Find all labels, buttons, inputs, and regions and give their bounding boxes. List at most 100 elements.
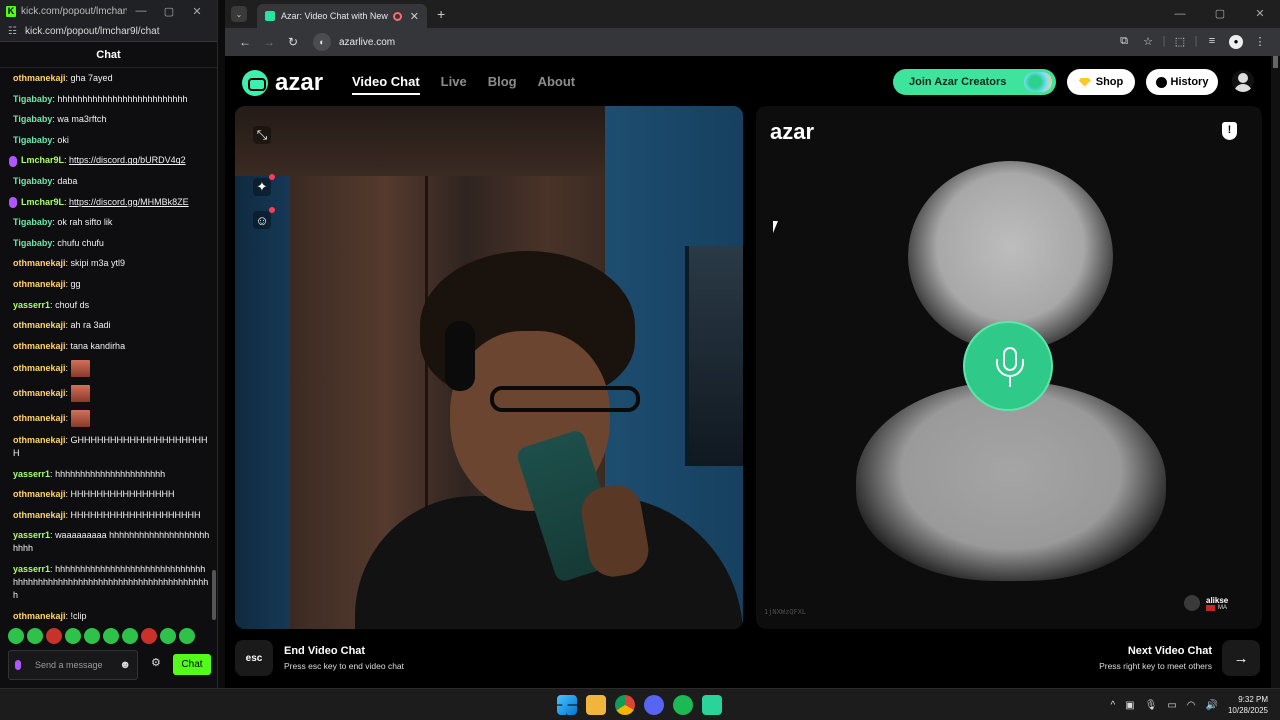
emoji-picker-icon[interactable]: ☻ — [119, 659, 131, 671]
emote-icon[interactable] — [141, 628, 157, 644]
chat-username[interactable]: yasserr1 — [13, 469, 50, 479]
chat-username[interactable]: othmanekaji — [13, 363, 66, 373]
tray-app-icon[interactable]: ▣ — [1125, 700, 1134, 711]
media-controls-icon[interactable]: ≡ — [1200, 35, 1224, 49]
chat-link[interactable]: https://discord.gg/bURDV4q2 — [69, 155, 186, 165]
next-video-chat[interactable]: Next Video Chat Press right key to meet … — [1099, 645, 1212, 671]
volume-icon[interactable]: 🔊 — [1206, 700, 1218, 711]
chat-username[interactable]: Tigababy — [13, 114, 52, 124]
tab-close-icon[interactable]: ✕ — [410, 10, 419, 23]
chat-username[interactable]: othmanekaji — [13, 611, 66, 621]
close-icon[interactable]: ✕ — [1240, 0, 1280, 28]
page-scrollbar[interactable] — [1271, 56, 1280, 688]
report-shield-icon[interactable]: ! — [1222, 122, 1237, 140]
file-explorer-icon[interactable] — [586, 695, 606, 715]
profile-icon[interactable]: ● — [1224, 35, 1248, 49]
chat-username[interactable]: othmanekaji — [13, 489, 66, 499]
chat-username[interactable]: yasserr1 — [13, 300, 50, 310]
peer-info[interactable]: alikse MA — [1184, 595, 1228, 611]
close-icon[interactable]: ✕ — [183, 5, 211, 18]
end-video-chat[interactable]: End Video Chat Press esc key to end vide… — [284, 645, 404, 671]
azar-logo[interactable]: azar — [242, 69, 323, 97]
next-arrow-button[interactable]: → — [1222, 640, 1260, 676]
chat-message: Lmchar9L: https://discord.gg/bURDV4q2 — [9, 154, 210, 167]
join-creators-button[interactable]: Join Azar Creators — [893, 69, 1056, 95]
chat-username[interactable]: othmanekaji — [13, 279, 66, 289]
chat-username[interactable]: othmanekaji — [13, 510, 66, 520]
chat-username[interactable]: Tigababy — [13, 94, 52, 104]
chat-username[interactable]: Tigababy — [13, 217, 52, 227]
history-button[interactable]: History — [1146, 69, 1218, 95]
chat-username[interactable]: othmanekaji — [13, 435, 66, 445]
maximize-icon[interactable]: ▢ — [1200, 0, 1240, 28]
minimize-video-icon[interactable]: ⤡ — [253, 126, 271, 144]
chat-settings-gear-icon[interactable]: ⚙ — [151, 656, 161, 669]
extensions-icon[interactable]: ⬚ — [1168, 35, 1192, 49]
tab-azar[interactable]: Azar: Video Chat with New ✕ — [257, 4, 427, 28]
kick-address-bar[interactable]: ☷ kick.com/popout/lmchar9l/chat — [0, 22, 217, 42]
nav-about[interactable]: About — [538, 74, 576, 95]
face-filter-icon[interactable]: ☺ — [253, 207, 275, 229]
bookmark-star-icon[interactable]: ☆ — [1136, 35, 1160, 49]
chat-link[interactable]: https://discord.gg/MHMBk8ZE — [69, 197, 189, 207]
esc-key-button[interactable]: esc — [235, 640, 273, 676]
emote-icon[interactable] — [84, 628, 100, 644]
wifi-icon[interactable]: ◠ — [1187, 700, 1196, 711]
azar-app-icon[interactable] — [702, 695, 722, 715]
menu-icon[interactable]: ⋮ — [1248, 35, 1272, 49]
user-avatar-icon[interactable] — [1232, 70, 1254, 92]
tab-search-icon[interactable]: ⌄ — [231, 6, 247, 22]
chat-username[interactable]: yasserr1 — [13, 564, 50, 574]
emote-icon[interactable] — [8, 628, 24, 644]
display-icon[interactable]: ▭ — [1167, 700, 1176, 711]
mic-icon[interactable] — [963, 321, 1053, 411]
chat-send-button[interactable]: Chat — [173, 654, 211, 675]
chat-username[interactable]: Lmchar9L — [21, 197, 64, 207]
back-icon[interactable]: ← — [233, 35, 257, 49]
emote-icon[interactable] — [65, 628, 81, 644]
new-tab-icon[interactable]: + — [437, 6, 445, 22]
reload-icon[interactable]: ↻ — [281, 35, 305, 49]
spotify-icon[interactable] — [673, 695, 693, 715]
windows-start-icon[interactable] — [557, 695, 577, 715]
clock[interactable]: 9:32 PM 10/28/2025 — [1228, 694, 1268, 716]
nav-video-chat[interactable]: Video Chat — [352, 74, 420, 95]
forward-icon[interactable]: → — [257, 35, 281, 49]
microphone-icon[interactable]: 🎙 — [1145, 700, 1158, 711]
emote-icon[interactable] — [179, 628, 195, 644]
chat-username[interactable]: Lmchar9L — [21, 155, 64, 165]
chat-username[interactable]: othmanekaji — [13, 388, 66, 398]
address-bar[interactable]: ◐ azarlive.com — [313, 31, 783, 53]
site-info-icon[interactable]: ◐ — [313, 33, 331, 51]
maximize-icon[interactable]: ▢ — [155, 5, 183, 18]
chrome-icon[interactable] — [615, 695, 635, 715]
cast-icon[interactable]: ⧉ — [1112, 35, 1136, 49]
emote-icon[interactable] — [46, 628, 62, 644]
minimize-icon[interactable]: — — [127, 5, 155, 17]
minimize-icon[interactable]: — — [1160, 0, 1200, 28]
nav-live[interactable]: Live — [441, 74, 467, 95]
chat-message-input[interactable]: Send a message ☻ — [8, 650, 138, 680]
chat-username[interactable]: othmanekaji — [13, 73, 66, 83]
chat-username[interactable]: othmanekaji — [13, 258, 66, 268]
chat-username[interactable]: Tigababy — [13, 238, 52, 248]
clock-time: 9:32 PM — [1238, 695, 1268, 704]
chat-username[interactable]: othmanekaji — [13, 412, 66, 422]
chat-text: chufu chufu — [57, 237, 104, 248]
chat-username[interactable]: othmanekaji — [13, 341, 66, 351]
site-settings-icon[interactable]: ☷ — [8, 26, 17, 37]
discord-icon[interactable] — [644, 695, 664, 715]
emote-icon[interactable] — [122, 628, 138, 644]
chat-username[interactable]: Tigababy — [13, 176, 52, 186]
emote-icon[interactable] — [103, 628, 119, 644]
shop-button[interactable]: Shop — [1067, 69, 1135, 95]
tray-chevron-icon[interactable]: ^ — [1110, 700, 1115, 711]
nav-blog[interactable]: Blog — [488, 74, 517, 95]
emote-icon[interactable] — [160, 628, 176, 644]
chat-username[interactable]: othmanekaji — [13, 320, 66, 330]
effects-sparkle-icon[interactable]: ✦ — [253, 174, 275, 196]
chat-username[interactable]: Tigababy — [13, 135, 52, 145]
chat-scrollbar[interactable] — [212, 570, 216, 620]
emote-icon[interactable] — [27, 628, 43, 644]
chat-username[interactable]: yasserr1 — [13, 530, 50, 540]
